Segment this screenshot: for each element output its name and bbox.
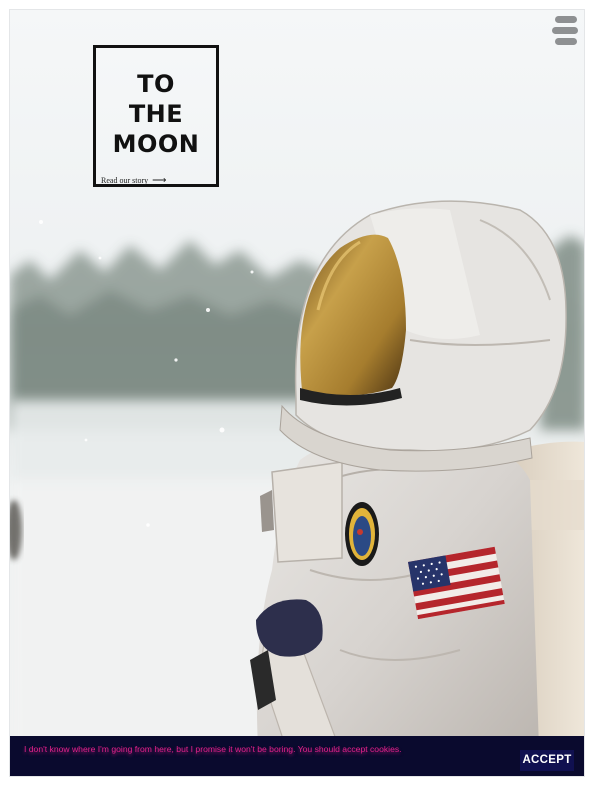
- site-logo: TO THE MOON Read our story ⟶: [93, 45, 219, 187]
- site-title-line: MOON: [112, 130, 200, 158]
- page-frame: TO THE MOON Read our story ⟶ I don't kno…: [9, 9, 585, 777]
- hamburger-menu-button[interactable]: [552, 16, 580, 48]
- cookie-consent-bar: I don't know where I'm going from here, …: [10, 736, 584, 776]
- hamburger-menu-icon-bar: [555, 38, 577, 45]
- cookie-message: I don't know where I'm going from here, …: [24, 744, 402, 754]
- read-our-story-link[interactable]: Read our story ⟶: [101, 175, 166, 186]
- site-title-line: TO: [137, 70, 175, 98]
- site-title-line: THE: [128, 100, 184, 128]
- site-title: TO THE MOON: [96, 69, 216, 159]
- accept-cookies-button[interactable]: ACCEPT: [520, 750, 574, 771]
- hamburger-menu-icon: [555, 16, 577, 23]
- read-our-story-label: Read our story: [101, 176, 149, 185]
- arrow-right-icon: ⟶: [152, 175, 167, 186]
- hamburger-menu-icon-bar: [552, 27, 578, 34]
